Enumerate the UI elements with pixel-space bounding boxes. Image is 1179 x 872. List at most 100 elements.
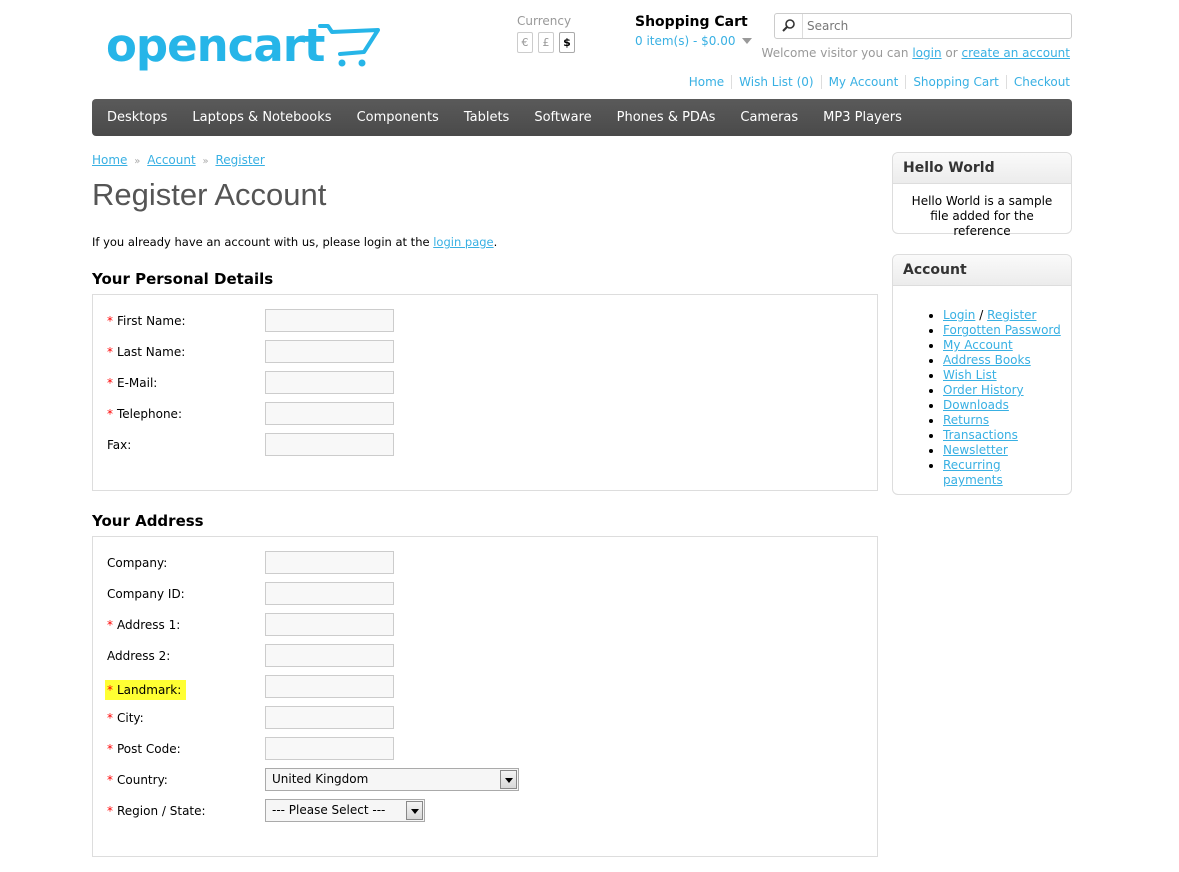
form-row-first-name: * First Name: — [107, 309, 867, 333]
login-page-link[interactable]: login page — [433, 235, 493, 249]
welcome-login-link[interactable]: login — [912, 46, 941, 60]
top-link-my-account[interactable]: My Account — [820, 75, 906, 89]
region-select[interactable]: --- Please Select --- — [265, 799, 425, 822]
account-module-title: Account — [893, 255, 1071, 286]
menu-item-desktops[interactable]: Desktops — [107, 99, 167, 136]
slash-separator: / — [979, 308, 984, 322]
address-box: Company: Company ID: * Address 1: Address… — [92, 536, 878, 857]
address-heading: Your Address — [92, 512, 204, 530]
top-link-wishlist[interactable]: Wish List (0) — [731, 75, 821, 89]
currency-euro-button[interactable]: € — [517, 32, 533, 53]
dropdown-arrow-icon[interactable] — [406, 801, 423, 820]
region-select-value: --- Please Select --- — [272, 803, 386, 817]
required-marker: * — [107, 407, 113, 421]
region-label: * Region / State: — [107, 804, 206, 818]
page-title: Register Account — [92, 177, 327, 212]
search-icon[interactable] — [775, 14, 803, 38]
cart-logo-icon — [318, 24, 380, 67]
telephone-label-text: Telephone: — [117, 407, 182, 421]
breadcrumb-separator: » — [134, 156, 141, 167]
required-marker: * — [107, 345, 113, 359]
address-2-input[interactable] — [265, 644, 394, 667]
form-row-telephone: * Telephone: — [107, 402, 867, 426]
sidebar-link-forgotten-password[interactable]: Forgotten Password — [943, 323, 1061, 337]
form-row-email: * E-Mail: — [107, 371, 867, 395]
form-row-country: * Country: United Kingdom — [107, 768, 867, 792]
list-item: Recurring payments — [943, 458, 1063, 488]
menu-item-components[interactable]: Components — [357, 99, 439, 136]
form-row-last-name: * Last Name: — [107, 340, 867, 364]
sidebar-link-my-account[interactable]: My Account — [943, 338, 1013, 352]
address-1-label-text: Address 1: — [117, 618, 181, 632]
top-links: Home Wish List (0) My Account Shopping Cart… — [682, 75, 1070, 89]
required-marker: * — [107, 711, 113, 725]
company-id-input[interactable] — [265, 582, 394, 605]
sidebar-link-address-books[interactable]: Address Books — [943, 353, 1031, 367]
menu-item-phones[interactable]: Phones & PDAs — [617, 99, 716, 136]
chevron-down-icon[interactable] — [741, 38, 752, 44]
welcome-create-account-link[interactable]: create an account — [962, 46, 1071, 60]
sidebar-link-returns[interactable]: Returns — [943, 413, 989, 427]
currency-pound-button[interactable]: £ — [538, 32, 554, 53]
dropdown-arrow-icon[interactable] — [500, 770, 517, 789]
telephone-input[interactable] — [265, 402, 394, 425]
address-1-input[interactable] — [265, 613, 394, 636]
required-marker: * — [107, 773, 113, 787]
breadcrumb-account[interactable]: Account — [147, 153, 195, 167]
menu-item-software[interactable]: Software — [534, 99, 591, 136]
country-select[interactable]: United Kingdom — [265, 768, 519, 791]
fax-input[interactable] — [265, 433, 394, 456]
required-marker: * — [107, 376, 113, 390]
header-cart[interactable]: Shopping Cart 0 item(s) - $0.00 — [635, 14, 760, 48]
required-marker: * — [107, 804, 113, 818]
email-label-text: E-Mail: — [117, 376, 158, 390]
sidebar-link-recurring-payments[interactable]: Recurring payments — [943, 458, 1003, 487]
top-link-checkout[interactable]: Checkout — [1005, 75, 1070, 89]
sidebar-login-link[interactable]: Login — [943, 308, 975, 322]
form-row-address-2: Address 2: — [107, 644, 867, 668]
last-name-input[interactable] — [265, 340, 394, 363]
sidebar-link-transactions[interactable]: Transactions — [943, 428, 1018, 442]
last-name-label: * Last Name: — [107, 345, 185, 359]
hello-world-text: Hello World is a sample file added for t… — [911, 194, 1053, 238]
hello-world-module: Hello World Hello World is a sample file… — [892, 152, 1072, 238]
sidebar-link-newsletter[interactable]: Newsletter — [943, 443, 1008, 457]
search-input[interactable] — [807, 17, 1062, 34]
sidebar-link-wish-list[interactable]: Wish List — [943, 368, 997, 382]
company-input[interactable] — [265, 551, 394, 574]
form-row-fax: Fax: — [107, 433, 867, 457]
breadcrumb-home[interactable]: Home — [92, 153, 127, 167]
required-marker: * — [107, 683, 113, 697]
menu-item-laptops[interactable]: Laptops & Notebooks — [192, 99, 331, 136]
currency-dollar-button[interactable]: $ — [559, 32, 575, 53]
welcome-or: or — [945, 46, 958, 60]
last-name-label-text: Last Name: — [117, 345, 186, 359]
menu-item-tablets[interactable]: Tablets — [464, 99, 510, 136]
menu-item-mp3[interactable]: MP3 Players — [823, 99, 902, 136]
first-name-input[interactable] — [265, 309, 394, 332]
form-row-landmark: * Landmark: — [105, 675, 867, 700]
sidebar-link-order-history[interactable]: Order History — [943, 383, 1024, 397]
personal-details-heading: Your Personal Details — [92, 270, 274, 288]
fax-label: Fax: — [107, 438, 131, 452]
email-input[interactable] — [265, 371, 394, 394]
top-link-shopping-cart[interactable]: Shopping Cart — [905, 75, 1006, 89]
post-code-input[interactable] — [265, 737, 394, 760]
sidebar-register-link[interactable]: Register — [987, 308, 1036, 322]
cart-total[interactable]: 0 item(s) - $0.00 — [635, 34, 736, 48]
city-input[interactable] — [265, 706, 394, 729]
landmark-label-highlighted: * Landmark: — [105, 680, 187, 700]
currency-selector: Currency € £ $ — [517, 14, 587, 53]
personal-details-box: * First Name: * Last Name: * E-Mail: * Telep… — [92, 294, 878, 491]
top-link-home[interactable]: Home — [682, 75, 731, 89]
list-item: Newsletter — [943, 443, 1063, 458]
form-row-region: * Region / State: --- Please Select --- — [107, 799, 867, 823]
region-label-text: Region / State: — [117, 804, 206, 818]
post-code-label: * Post Code: — [107, 742, 181, 756]
welcome-prefix: Welcome visitor you can — [761, 46, 909, 60]
landmark-input[interactable] — [265, 675, 394, 698]
breadcrumb-register[interactable]: Register — [215, 153, 264, 167]
menu-item-cameras[interactable]: Cameras — [740, 99, 798, 136]
opencart-logo[interactable]: opencart — [106, 20, 381, 80]
sidebar-link-downloads[interactable]: Downloads — [943, 398, 1009, 412]
